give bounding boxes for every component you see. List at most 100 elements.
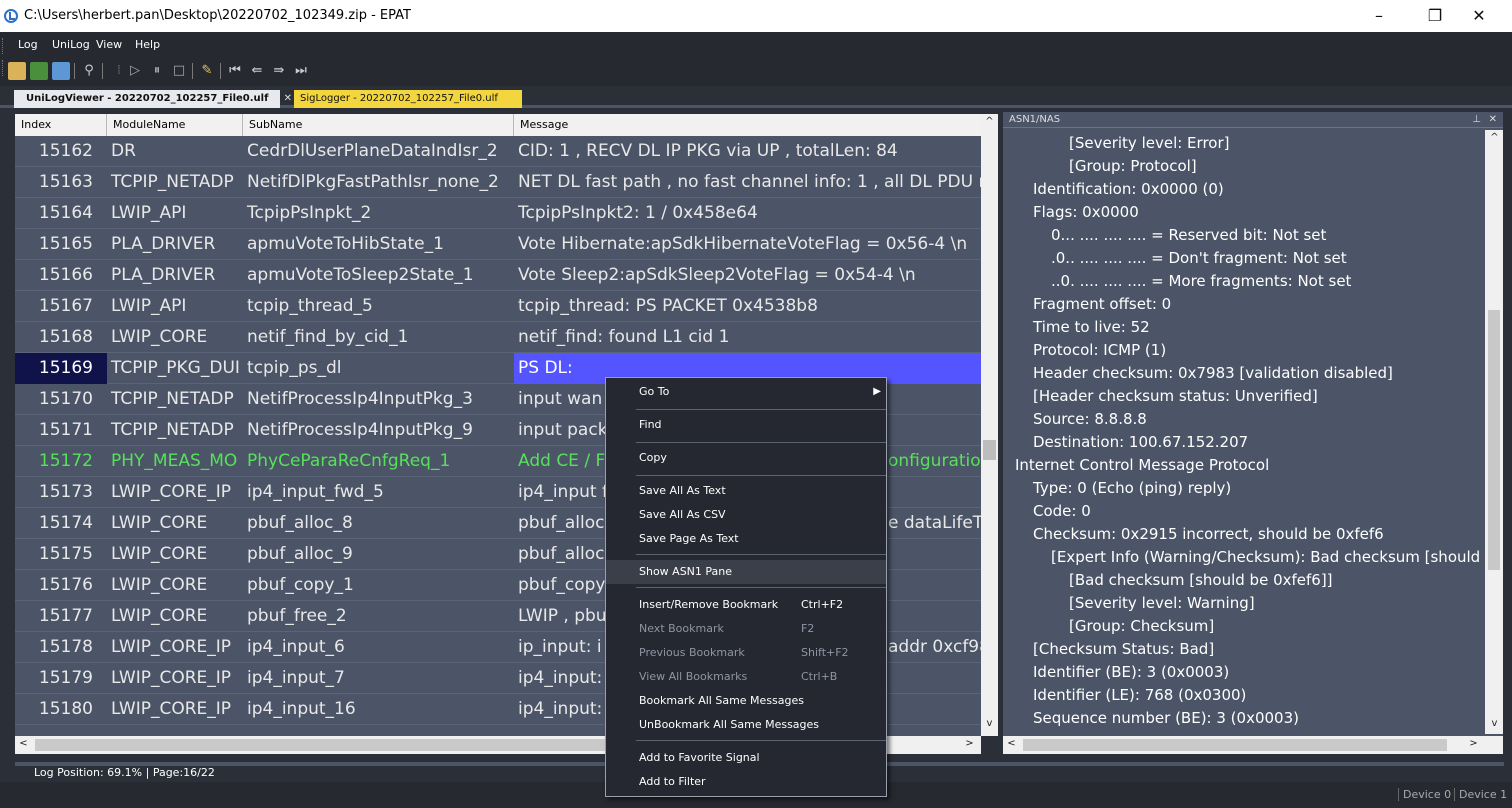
menu-item-add-to-favorite-signal[interactable]: Add to Favorite Signal xyxy=(606,746,886,770)
asn1-tree-node[interactable]: [Group: Checksum] xyxy=(1069,617,1214,640)
device-0-label[interactable]: Device 0 xyxy=(1398,788,1451,801)
table-row[interactable]: 15165 PLA_DRIVER apmuVoteToHibState_1 Vote … xyxy=(15,229,981,260)
grid-vertical-scrollbar[interactable]: ^ v xyxy=(981,114,998,736)
next-page-icon[interactable]: ⇛ xyxy=(270,62,288,80)
previous-page-icon[interactable]: ⇚ xyxy=(248,62,266,80)
column-header-subname[interactable]: SubName xyxy=(243,114,514,136)
cell-sub-name: NetifProcessIp4InputPkg_3 xyxy=(247,389,473,409)
scroll-right-arrow-icon[interactable]: > xyxy=(961,738,978,749)
table-row[interactable]: 15163 TCPIP_NETADP NetifDlPkgFastPathIsr_n… xyxy=(15,167,981,198)
tab-unilogviewer[interactable]: UniLogViewer - 20220702_102257_File0.ulf… xyxy=(14,90,292,108)
table-row[interactable]: 15162 DR CedrDlUserPlaneDataIndIsr_2 CID: 1… xyxy=(15,136,981,167)
asn1-vertical-scroll-thumb[interactable] xyxy=(1488,310,1500,570)
scroll-right-arrow-icon[interactable]: > xyxy=(1465,738,1482,749)
menu-view[interactable]: View xyxy=(96,38,122,51)
first-page-icon[interactable]: ⏮ xyxy=(226,62,244,80)
asn1-tree-node[interactable]: [Group: Protocol] xyxy=(1069,157,1197,180)
cell-message-tail: addr 0xcf98 xyxy=(888,637,981,657)
asn1-horizontal-scroll-thumb[interactable] xyxy=(1023,739,1447,751)
menu-item-unbookmark-all-same-messages[interactable]: UnBookmark All Same Messages xyxy=(606,713,886,737)
asn1-tree-node[interactable]: Identification: 0x0000 (0) xyxy=(1033,180,1224,203)
asn1-tree-node[interactable]: Code: 0 xyxy=(1033,502,1091,525)
last-page-icon[interactable]: ⏭ xyxy=(292,62,310,80)
asn1-tree-node[interactable]: Protocol: ICMP (1) xyxy=(1033,341,1166,364)
asn1-tree-node[interactable]: Fragment offset: 0 xyxy=(1033,295,1171,318)
scroll-left-arrow-icon[interactable]: < xyxy=(1003,738,1020,749)
asn1-horizontal-scrollbar[interactable]: < > xyxy=(1003,736,1503,754)
open-folder-icon[interactable] xyxy=(8,62,26,80)
stop-icon[interactable]: □ xyxy=(170,62,188,80)
close-tab-icon[interactable]: ✕ xyxy=(284,90,292,108)
close-window-button[interactable]: ✕ xyxy=(1456,0,1502,32)
asn1-tree-node[interactable]: Identifier (BE): 3 (0x0003) xyxy=(1033,663,1229,686)
menu-item-save-page-as-text[interactable]: Save Page As Text xyxy=(606,527,886,551)
asn1-tree-node[interactable]: Header checksum: 0x7983 [validation disa… xyxy=(1033,364,1393,387)
cell-module-name: PLA_DRIVER xyxy=(111,265,216,285)
column-header-message[interactable]: Message xyxy=(514,114,981,136)
column-header-modulename[interactable]: ModuleName xyxy=(107,114,243,136)
asn1-vertical-scrollbar[interactable]: ^ v xyxy=(1485,130,1503,734)
asn1-tree-node[interactable]: Internet Control Message Protocol xyxy=(1015,456,1269,479)
grid-vertical-scroll-thumb[interactable] xyxy=(983,440,996,460)
scroll-left-arrow-icon[interactable]: < xyxy=(15,738,32,749)
pin-icon[interactable]: ⊥ xyxy=(1472,112,1481,128)
menu-help[interactable]: Help xyxy=(135,38,160,51)
play-icon[interactable]: ▷ xyxy=(126,62,144,80)
menu-item-find[interactable]: Find xyxy=(606,413,886,437)
database-icon[interactable] xyxy=(52,62,70,80)
asn1-tree-node[interactable]: Checksum: 0x2915 incorrect, should be 0x… xyxy=(1033,525,1384,548)
tab-siglogger[interactable]: SigLogger - 20220702_102257_File0.ulf xyxy=(294,90,522,108)
menu-unilog[interactable]: UniLog xyxy=(52,38,90,51)
asn1-tree-node[interactable]: [Bad checksum [should be 0xfef6]] xyxy=(1069,571,1333,594)
asn1-tree-node[interactable]: [Severity level: Warning] xyxy=(1069,594,1255,617)
menu-item-insert-remove-bookmark[interactable]: Insert/Remove Bookmark Ctrl+F2 xyxy=(606,593,886,617)
device-1-label[interactable]: Device 1 xyxy=(1454,788,1507,801)
asn1-tree-node[interactable]: Time to live: 52 xyxy=(1033,318,1150,341)
asn1-tree-node[interactable]: [Severity level: Error] xyxy=(1069,134,1229,157)
close-pane-icon[interactable]: ✕ xyxy=(1489,112,1497,128)
menu-item-save-all-as-text[interactable]: Save All As Text xyxy=(606,479,886,503)
asn1-tree-node[interactable]: Type: 0 (Echo (ping) reply) xyxy=(1033,479,1231,502)
menu-item-view-all-bookmarks[interactable]: View All Bookmarks Ctrl+B xyxy=(606,665,886,689)
scroll-down-arrow-icon[interactable]: v xyxy=(1486,718,1503,729)
asn1-tree-node[interactable]: [Checksum Status: Bad] xyxy=(1033,640,1214,663)
asn1-tree-node[interactable]: .0.. .... .... .... = Don't fragment: No… xyxy=(1051,249,1347,272)
menu-item-next-bookmark[interactable]: Next Bookmark F2 xyxy=(606,617,886,641)
menu-item-save-all-as-csv[interactable]: Save All As CSV xyxy=(606,503,886,527)
menu-item-previous-bookmark[interactable]: Previous Bookmark Shift+F2 xyxy=(606,641,886,665)
asn1-tree[interactable]: [Severity level: Error] [Group: Protocol]… xyxy=(1003,130,1483,732)
menu-item-show-asn1-pane[interactable]: Show ASN1 Pane xyxy=(606,560,886,584)
menu-log[interactable]: Log xyxy=(18,38,38,51)
menu-item-add-to-filter[interactable]: Add to Filter xyxy=(606,770,886,794)
scroll-down-arrow-icon[interactable]: v xyxy=(981,718,998,729)
column-header-index[interactable]: Index xyxy=(15,114,107,136)
minimize-button[interactable]: – xyxy=(1356,0,1402,32)
asn1-tree-node[interactable]: Destination: 100.67.152.207 xyxy=(1033,433,1248,456)
menu-item-bookmark-all-same-messages[interactable]: Bookmark All Same Messages xyxy=(606,689,886,713)
asn1-tree-node[interactable]: Source: 8.8.8.8 xyxy=(1033,410,1147,433)
menu-item-go-to[interactable]: Go To ▶ xyxy=(606,380,886,404)
filter-icon[interactable]: ⚲ xyxy=(80,62,98,80)
scroll-up-arrow-icon[interactable]: ^ xyxy=(981,116,998,127)
asn1-tree-node[interactable]: Identifier (LE): 768 (0x0300) xyxy=(1033,686,1246,709)
asn1-tree-node[interactable]: Flags: 0x0000 xyxy=(1033,203,1139,226)
pause-icon[interactable]: ⏸ xyxy=(148,62,166,80)
menu-item-copy[interactable]: Copy xyxy=(606,446,886,470)
clear-brush-icon[interactable]: ✎ xyxy=(198,62,216,80)
asn1-tree-node[interactable]: Sequence number (BE): 3 (0x0003) xyxy=(1033,709,1299,732)
table-row[interactable]: 15164 LWIP_API TcpipPsInpkt_2 TcpipPsInpkt2… xyxy=(15,198,981,229)
asn1-tree-node[interactable]: 0... .... .... .... = Reserved bit: Not … xyxy=(1051,226,1326,249)
grid-horizontal-scroll-thumb[interactable] xyxy=(35,739,623,751)
asn1-tree-node[interactable]: ..0. .... .... .... = More fragments: No… xyxy=(1051,272,1351,295)
table-row[interactable]: 15166 PLA_DRIVER apmuVoteToSleep2State_1 Vo… xyxy=(15,260,981,291)
scroll-up-arrow-icon[interactable]: ^ xyxy=(1486,132,1503,143)
asn1-tree-node[interactable]: [Header checksum status: Unverified] xyxy=(1033,387,1318,410)
asn1-tree-node[interactable]: [Expert Info (Warning/Checksum): Bad che… xyxy=(1051,548,1480,571)
table-row[interactable]: 15168 LWIP_CORE netif_find_by_cid_1 netif_f… xyxy=(15,322,981,353)
menu-separator xyxy=(636,587,886,588)
table-row[interactable]: 15167 LWIP_API tcpip_thread_5 tcpip_thread:… xyxy=(15,291,981,322)
save-file-icon[interactable] xyxy=(30,62,48,80)
maximize-button[interactable]: ❐ xyxy=(1412,0,1458,32)
cell-message: Vote Sleep2:apSdkSleep2VoteFlag = 0x54-4… xyxy=(518,265,916,285)
cell-message: netif_find: found L1 cid 1 xyxy=(518,327,730,347)
